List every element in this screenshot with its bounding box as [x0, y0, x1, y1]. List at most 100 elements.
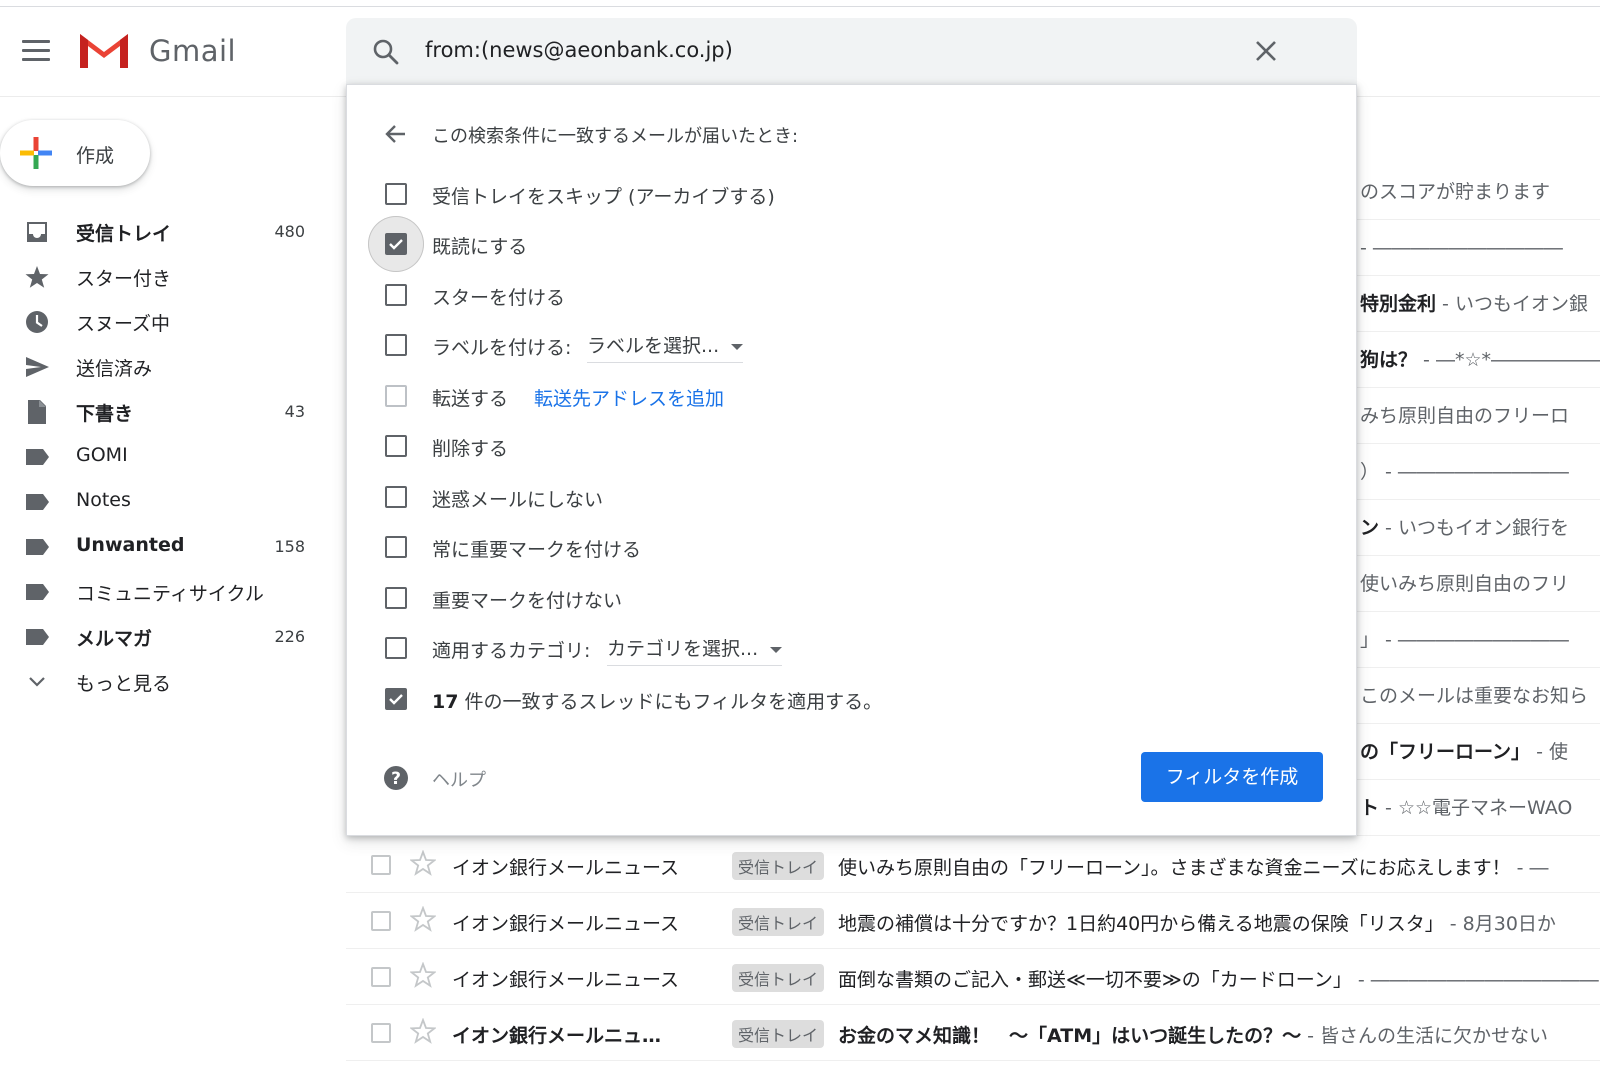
- apply-existing-checkbox[interactable]: [385, 688, 407, 710]
- check-icon: [389, 239, 403, 250]
- sidebar-item-snoozed[interactable]: スヌーズ中: [0, 299, 330, 344]
- filter-dialog-title: この検索条件に一致するメールが届いたとき:: [432, 126, 799, 147]
- option-always-important: 常に重要マークを付ける: [347, 522, 1358, 572]
- list-item[interactable]: 狗は？ - ―*☆*――――――: [1356, 332, 1600, 388]
- forward-checkbox[interactable]: [385, 385, 407, 407]
- list-item[interactable]: 使いみち原則自由のフリ: [1356, 556, 1600, 612]
- label-badge[interactable]: 受信トレイ: [732, 1020, 825, 1048]
- label-select-dropdown[interactable]: ラベルを選択...: [587, 331, 744, 363]
- search-icon[interactable]: [372, 38, 400, 66]
- label-badge[interactable]: 受信トレイ: [732, 964, 825, 992]
- sidebar-item-more[interactable]: もっと見る: [0, 659, 330, 704]
- subject: 使いみち原則自由の「フリーローン」。さまざまな資金ニーズにお応えします！: [838, 857, 1511, 879]
- delete-checkbox[interactable]: [385, 435, 407, 457]
- main-menu-icon[interactable]: [22, 40, 50, 62]
- sidebar-item-notes[interactable]: Notes: [0, 479, 330, 524]
- list-item-text: - ―*☆*――――――: [1417, 349, 1600, 371]
- list-item[interactable]: このメールは重要なお知ら: [1356, 668, 1600, 724]
- list-item-text: - 使: [1530, 741, 1568, 763]
- list-item[interactable]: 特別金利 - いつもイオン銀: [1356, 276, 1600, 332]
- star-outline-icon[interactable]: [410, 962, 436, 988]
- search-input[interactable]: from:(news@aeonbank.co.jp): [425, 38, 733, 62]
- clock-icon: [26, 311, 48, 333]
- label-icon: [26, 584, 49, 600]
- check-icon: [389, 694, 403, 705]
- list-item[interactable]: みち原則自由のフリーロ: [1356, 388, 1600, 444]
- category-label: 適用するカテゴリ:: [432, 640, 591, 662]
- mark-read-checkbox[interactable]: [385, 233, 407, 255]
- option-forward: 転送する 転送先アドレスを追加: [347, 371, 1358, 421]
- option-star: スターを付ける: [347, 270, 1358, 320]
- star-checkbox[interactable]: [385, 284, 407, 306]
- row-checkbox[interactable]: [371, 855, 391, 875]
- sidebar-item-unwanted[interactable]: Unwanted 158: [0, 524, 330, 569]
- dropdown-caret-icon: [770, 646, 783, 653]
- search-bar[interactable]: from:(news@aeonbank.co.jp): [346, 18, 1357, 84]
- option-mark-read: 既読にする: [347, 216, 1358, 272]
- plus-icon: [20, 137, 52, 169]
- list-item-text: のスコアが貯まります: [1360, 181, 1551, 203]
- label-badge[interactable]: 受信トレイ: [732, 908, 825, 936]
- star-outline-icon[interactable]: [410, 906, 436, 932]
- list-item-text: ） - ―――――――――: [1360, 461, 1569, 483]
- list-item[interactable]: - ――――――――――: [1356, 220, 1600, 276]
- sidebar-item-sent[interactable]: 送信済み: [0, 344, 330, 389]
- unread-count: 480: [274, 222, 305, 241]
- sidebar-item-drafts[interactable]: 下書き 43: [0, 389, 330, 434]
- apply-label-checkbox[interactable]: [385, 334, 407, 356]
- never-spam-checkbox[interactable]: [385, 486, 407, 508]
- category-select-dropdown[interactable]: カテゴリを選択...: [607, 634, 783, 666]
- always-important-checkbox[interactable]: [385, 536, 407, 558]
- sidebar-item-label: スター付き: [76, 268, 172, 290]
- table-row[interactable]: イオン銀行メールニュース 受信トレイ 面倒な書類のご記入・郵送≪一切不要≫の「カ…: [346, 949, 1600, 1005]
- category-checkbox[interactable]: [385, 637, 407, 659]
- create-filter-button[interactable]: フィルタを作成: [1141, 752, 1323, 802]
- sender-name: イオン銀行メールニュース: [452, 969, 680, 991]
- filter-dialog: この検索条件に一致するメールが届いたとき: 受信トレイをスキップ (アーカイブす…: [346, 84, 1357, 836]
- row-checkbox[interactable]: [371, 967, 391, 987]
- compose-button[interactable]: 作成: [0, 120, 150, 186]
- sidebar-item-label: 送信済み: [76, 358, 153, 380]
- sidebar-item-community-cycle[interactable]: コミュニティサイクル: [0, 569, 330, 614]
- close-icon[interactable]: [1253, 38, 1279, 64]
- row-checkbox[interactable]: [371, 911, 391, 931]
- unread-count: 226: [274, 627, 305, 646]
- gmail-logo-icon[interactable]: [76, 28, 132, 72]
- row-checkbox[interactable]: [371, 1023, 391, 1043]
- option-apply-existing: 17 件の一致するスレッドにもフィルタを適用する。: [347, 674, 1358, 724]
- back-arrow-icon[interactable]: [383, 121, 409, 147]
- list-item[interactable]: ン - いつもイオン銀行を: [1356, 500, 1600, 556]
- table-row[interactable]: イオン銀行メールニュ… 受信トレイ お金のマメ知識！ ～「ATM」はいつ誕生した…: [346, 1005, 1600, 1061]
- label-badge[interactable]: 受信トレイ: [732, 852, 825, 880]
- table-row[interactable]: イオン銀行メールニュース 受信トレイ 地震の補償は十分ですか？1日約40円から備…: [346, 893, 1600, 949]
- list-item[interactable]: の「フリーローン」 - 使: [1356, 724, 1600, 780]
- add-forward-address-link[interactable]: 転送先アドレスを追加: [534, 384, 724, 411]
- snippet: - 8月30日か: [1443, 913, 1556, 935]
- list-item-bold: ン: [1360, 517, 1380, 539]
- sidebar-item-gomi[interactable]: GOMI: [0, 434, 330, 479]
- table-row[interactable]: イオン銀行メールニュース 受信トレイ 使いみち原則自由の「フリーローン」。さまざ…: [346, 837, 1600, 893]
- sidebar-item-mailmag[interactable]: メルマガ 226: [0, 614, 330, 659]
- label-icon: [26, 494, 49, 510]
- sidebar-item-starred[interactable]: スター付き: [0, 254, 330, 299]
- help-link[interactable]: ヘルプ: [432, 766, 486, 792]
- option-category: 適用するカテゴリ: カテゴリを選択...: [347, 623, 1358, 673]
- list-item-bold: ト: [1360, 797, 1380, 819]
- list-item[interactable]: ） - ―――――――――: [1356, 444, 1600, 500]
- snippet: - 皆さんの生活に欠かせない: [1301, 1025, 1549, 1047]
- list-item-text: - ☆☆電子マネーWAO: [1379, 797, 1573, 819]
- skip-inbox-checkbox[interactable]: [385, 183, 407, 205]
- list-item[interactable]: 」 - ―――――――――: [1356, 612, 1600, 668]
- list-item[interactable]: ト - ☆☆電子マネーWAO: [1356, 780, 1600, 836]
- option-skip-inbox: 受信トレイをスキップ (アーカイブする): [347, 169, 1358, 219]
- star-outline-icon[interactable]: [410, 850, 436, 876]
- list-item[interactable]: のスコアが貯まります: [1356, 164, 1600, 220]
- list-item-text: このメールは重要なお知ら: [1360, 685, 1589, 707]
- list-item-bold: の「フリーローン」: [1360, 741, 1531, 763]
- label-icon: [26, 449, 49, 465]
- star-outline-icon[interactable]: [410, 1018, 436, 1044]
- help-icon[interactable]: ?: [383, 765, 409, 791]
- sidebar-item-inbox[interactable]: 受信トレイ 480: [0, 209, 330, 254]
- never-important-checkbox[interactable]: [385, 587, 407, 609]
- label-icon: [26, 629, 49, 645]
